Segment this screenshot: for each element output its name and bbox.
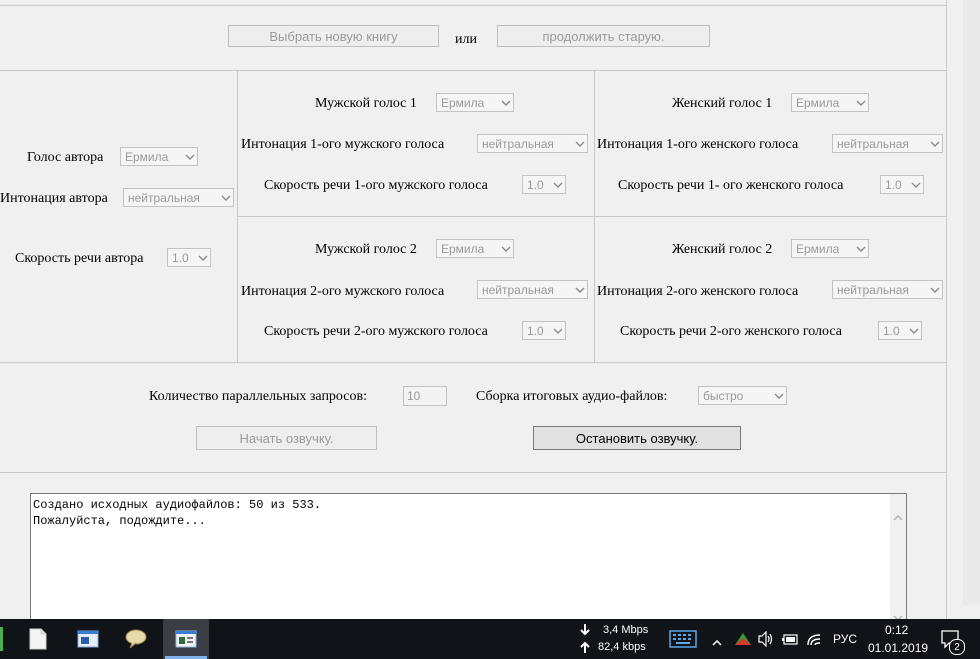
- chevron-down-icon: [928, 281, 942, 298]
- female2-intonation-select[interactable]: нейтральная: [832, 280, 943, 299]
- female2-intonation-value: нейтральная: [837, 282, 909, 297]
- author-intonation-select[interactable]: нейтральная: [123, 188, 234, 207]
- language-indicator[interactable]: РУС: [833, 632, 857, 646]
- male1-voice-select[interactable]: Ермила: [436, 93, 514, 112]
- chevron-down-icon: [573, 135, 587, 152]
- app-tray-icon[interactable]: [733, 631, 753, 652]
- author-voice-select[interactable]: Ермила: [120, 147, 198, 166]
- male2-voice-select[interactable]: Ермила: [436, 239, 514, 258]
- female1-speed-label: Скорость речи 1- ого женского голоса: [618, 178, 844, 193]
- female2-speed-select[interactable]: 1.0: [878, 321, 922, 340]
- download-arrow-icon: [580, 624, 590, 641]
- male1-speed-value: 1.0: [527, 177, 544, 192]
- start-edge-indicator: [0, 627, 3, 651]
- volume-icon[interactable]: [758, 630, 774, 652]
- female2-speed-value: 1.0: [883, 323, 900, 338]
- female2-voice-label: Женский голос 2: [672, 242, 773, 257]
- author-speed-select[interactable]: 1.0: [167, 248, 211, 267]
- upload-speed: 82,4 kbps: [598, 641, 646, 653]
- chevron-down-icon: [907, 322, 921, 339]
- author-voice-value: Ермила: [125, 149, 169, 164]
- male2-voice-label: Мужской голос 2: [315, 242, 417, 257]
- female1-intonation-select[interactable]: нейтральная: [832, 134, 943, 153]
- log-scrollbar[interactable]: [890, 494, 906, 622]
- female1-voice-value: Ермила: [796, 95, 840, 110]
- parallel-requests-label: Количество параллельных запросов:: [149, 389, 367, 404]
- window-right-edge: [963, 0, 980, 605]
- chevron-down-icon: [854, 94, 868, 111]
- taskbar: 3,4 Mbps 82,4 kbps РУС 0:12 01.01.2019 2: [0, 619, 980, 659]
- choose-new-book-button[interactable]: Выбрать новую книгу: [228, 25, 439, 47]
- assembly-mode-select[interactable]: быстро: [698, 386, 787, 405]
- chat-app-icon[interactable]: [114, 619, 158, 659]
- female2-intonation-label: Интонация 2-ого женского голоса: [597, 284, 799, 299]
- male2-intonation-label: Интонация 2-ого мужского голоса: [241, 284, 445, 299]
- female1-voice-select[interactable]: Ермила: [791, 93, 869, 112]
- assembly-mode-value: быстро: [703, 388, 744, 403]
- chevron-down-icon: [196, 249, 210, 266]
- author-intonation-value: нейтральная: [128, 190, 200, 205]
- female1-intonation-value: нейтральная: [837, 136, 909, 151]
- chevron-down-icon: [551, 322, 565, 339]
- battery-icon[interactable]: [781, 631, 799, 652]
- chevron-down-icon: [219, 189, 233, 206]
- female2-voice-select[interactable]: Ермила: [791, 239, 869, 258]
- download-speed: 3,4 Mbps: [603, 624, 649, 636]
- male2-speed-select[interactable]: 1.0: [522, 321, 566, 340]
- male1-intonation-label: Интонация 1-ого мужского голоса: [241, 137, 445, 152]
- stop-voicing-button[interactable]: Остановить озвучку.: [533, 426, 741, 450]
- female1-speed-select[interactable]: 1.0: [880, 175, 924, 194]
- clock-time[interactable]: 0:12: [885, 623, 908, 637]
- parallel-requests-input[interactable]: 10: [403, 386, 447, 406]
- chevron-up-icon[interactable]: [712, 635, 722, 651]
- male1-voice-label: Мужской голос 1: [315, 96, 417, 111]
- male2-intonation-value: нейтральная: [482, 282, 554, 297]
- clock-date[interactable]: 01.01.2019: [868, 641, 928, 655]
- chevron-down-icon: [499, 94, 513, 111]
- female1-speed-value: 1.0: [885, 177, 902, 192]
- chevron-down-icon: [499, 240, 513, 257]
- chevron-down-icon: [772, 387, 786, 404]
- scroll-up-arrow-icon[interactable]: [893, 510, 903, 526]
- male1-intonation-select[interactable]: нейтральная: [477, 134, 588, 153]
- author-speed-label: Скорость речи автора: [15, 251, 144, 266]
- log-line: Создано исходных аудиофайлов: 50 из 533.: [33, 498, 322, 512]
- author-voice-label: Голос автора: [27, 150, 104, 165]
- author-intonation-label: Интонация автора: [0, 191, 108, 206]
- start-voicing-button[interactable]: Начать озвучку.: [196, 426, 377, 450]
- male2-intonation-select[interactable]: нейтральная: [477, 280, 588, 299]
- chevron-down-icon: [573, 281, 587, 298]
- female1-voice-label: Женский голос 1: [672, 96, 773, 111]
- male2-voice-value: Ермила: [441, 241, 485, 256]
- female1-intonation-label: Интонация 1-ого женского голоса: [597, 137, 799, 152]
- chevron-down-icon: [551, 176, 565, 193]
- female2-voice-value: Ермила: [796, 241, 840, 256]
- document-app-icon[interactable]: [16, 619, 60, 659]
- notification-count-badge: 2: [949, 639, 965, 655]
- keyboard-icon[interactable]: [669, 630, 697, 653]
- active-app-icon[interactable]: [163, 619, 209, 659]
- author-speed-value: 1.0: [172, 250, 189, 265]
- male1-speed-label: Скорость речи 1-ого мужского голоса: [264, 178, 488, 193]
- chevron-down-icon: [854, 240, 868, 257]
- female2-speed-label: Скорость речи 2-ого женского голоса: [620, 324, 842, 339]
- upload-arrow-icon: [580, 641, 590, 658]
- window-app-icon[interactable]: [66, 619, 110, 659]
- wifi-icon[interactable]: [806, 631, 822, 652]
- assembly-mode-label: Сборка итоговых аудио-файлов:: [476, 389, 668, 404]
- continue-old-book-button[interactable]: продолжить старую.: [497, 25, 710, 47]
- male1-speed-select[interactable]: 1.0: [522, 175, 566, 194]
- log-output[interactable]: Создано исходных аудиофайлов: 50 из 533.…: [30, 493, 907, 623]
- male1-intonation-value: нейтральная: [482, 136, 554, 151]
- male2-speed-value: 1.0: [527, 323, 544, 338]
- chevron-down-icon: [909, 176, 923, 193]
- or-label: или: [455, 32, 477, 47]
- male2-speed-label: Скорость речи 2-ого мужского голоса: [264, 324, 488, 339]
- chevron-down-icon: [928, 135, 942, 152]
- male1-voice-value: Ермила: [441, 95, 485, 110]
- log-line: Пожалуйста, подождите...: [33, 514, 206, 528]
- chevron-down-icon: [183, 148, 197, 165]
